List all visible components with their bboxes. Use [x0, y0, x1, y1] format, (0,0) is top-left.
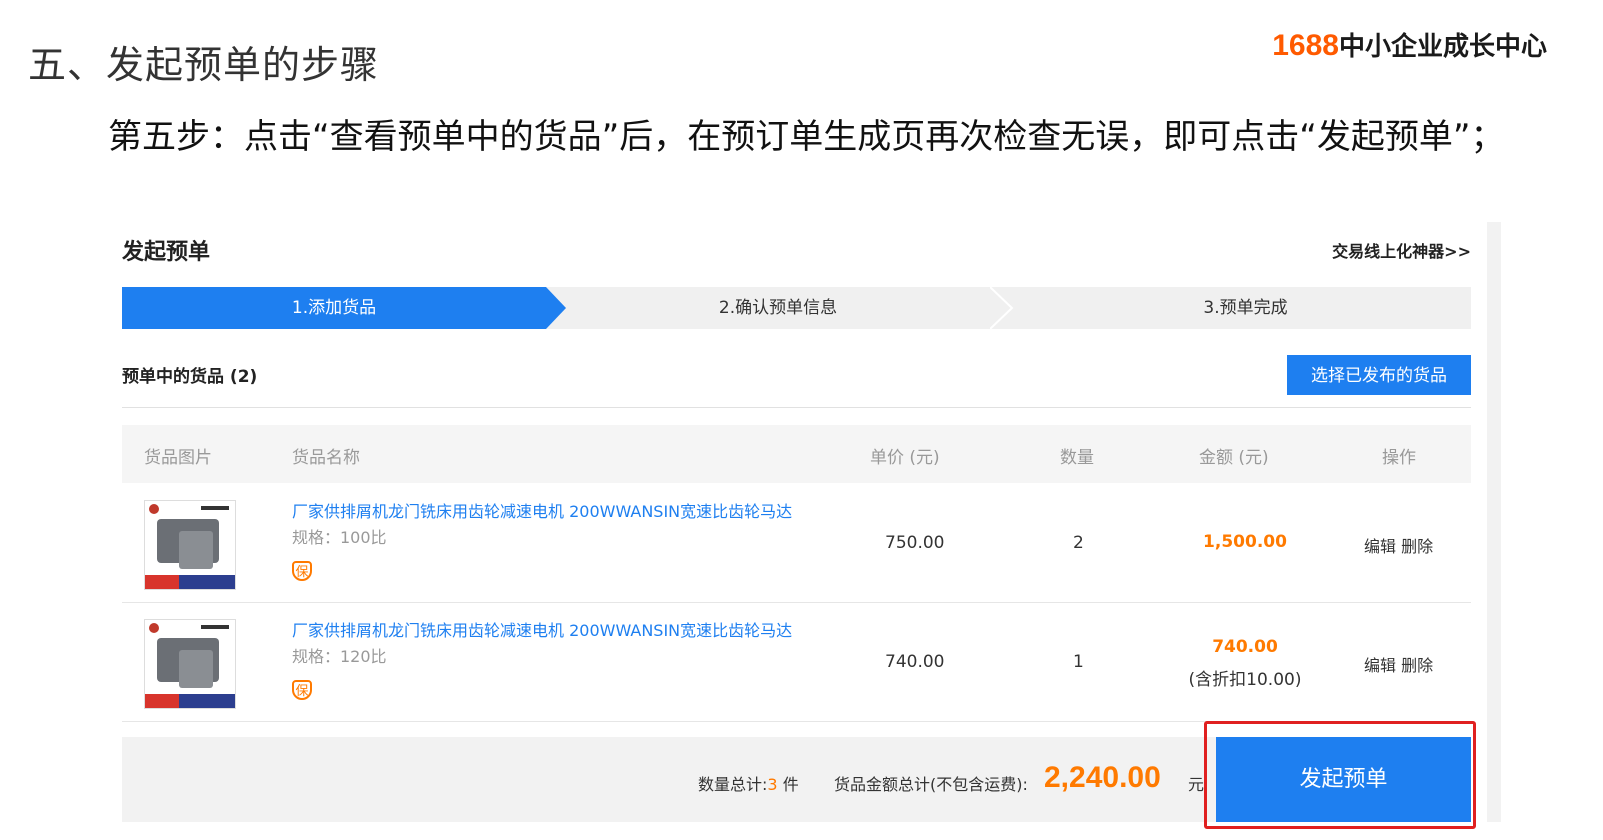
trade-online-link[interactable]: 交易线上化神器>> [1332, 238, 1471, 262]
qty-total-value: 3 [767, 775, 778, 794]
banner-red [145, 694, 179, 708]
brand-number: 1688 [1272, 29, 1339, 62]
col-image: 货品图片 [144, 448, 212, 468]
preorder-panel: 发起预单 交易线上化神器>> 1.添加货品 2.确认预单信息 3.预单完成 预单… [108, 222, 1501, 822]
product-spec: 规格：100比 [292, 528, 387, 547]
quantity: 1 [1073, 652, 1084, 672]
amount-total-label: 货品金额总计(不包含运费): [834, 775, 1028, 794]
logo-mark [149, 623, 159, 633]
guarantee-icon: 保 [292, 680, 312, 700]
amount: 740.00 [1212, 637, 1278, 657]
edit-button[interactable]: 编辑 [1364, 537, 1396, 556]
guarantee-icon: 保 [292, 561, 312, 581]
table-row: 厂家供排屑机龙门铣床用齿轮减速电机 200WWANSIN宽速比齿轮马达 规格：1… [122, 603, 1471, 722]
brand-text: 中小企业成长中心 [1338, 32, 1547, 62]
order-footer: 数量总计:3 件 货品金额总计(不包含运费): 2,240.00 元 发起预单 [122, 737, 1471, 822]
step-add-goods: 1.添加货品 [122, 287, 546, 329]
product-name-link[interactable]: 厂家供排屑机龙门铣床用齿轮减速电机 200WWANSIN宽速比齿轮马达 [292, 498, 792, 522]
product-spec: 规格：120比 [292, 647, 387, 666]
brand-logo: 1688中小企业成长中心 [1272, 26, 1547, 63]
submit-preorder-button[interactable]: 发起预单 [1216, 737, 1471, 822]
grand-total: 2,240.00 [1044, 761, 1161, 794]
amount: 1,500.00 [1203, 532, 1287, 552]
label-strip [201, 506, 229, 510]
delete-button[interactable]: 删除 [1401, 537, 1433, 556]
slide-title: 五、发起预单的步骤 [28, 43, 380, 87]
row-actions: 编辑 删除 [1364, 652, 1433, 676]
col-ops: 操作 [1382, 448, 1416, 468]
step-instruction: 第五步：点击“查看预单中的货品”后，在预订单生成页再次检查无误，即可点击“发起预… [108, 117, 1505, 157]
table-row: 厂家供排屑机龙门铣床用齿轮减速电机 200WWANSIN宽速比齿轮马达 规格：1… [122, 484, 1471, 603]
col-amount: 金额 (元) [1199, 448, 1269, 468]
step-arrow [546, 287, 566, 329]
unit-price: 740.00 [885, 652, 945, 672]
product-image[interactable] [144, 500, 236, 590]
qty-total-unit: 件 [782, 775, 799, 794]
col-price: 单价 (元) [870, 448, 940, 468]
product-name-link[interactable]: 厂家供排屑机龙门铣床用齿轮减速电机 200WWANSIN宽速比齿轮马达 [292, 617, 792, 641]
step-separator [990, 287, 1014, 329]
divider [122, 407, 1471, 408]
product-image[interactable] [144, 619, 236, 709]
section-label: 预单中的货品 (2) [122, 367, 258, 387]
unit-price: 750.00 [885, 533, 945, 553]
select-published-goods-button[interactable]: 选择已发布的货品 [1287, 355, 1471, 395]
banner-red [145, 575, 179, 589]
discount-note: (含折扣10.00) [1188, 670, 1302, 690]
table-header: 货品图片 货品名称 单价 (元) 数量 金额 (元) 操作 [122, 425, 1471, 483]
progress-steps: 1.添加货品 2.确认预单信息 3.预单完成 [122, 287, 1471, 329]
panel-title: 发起预单 [122, 240, 211, 265]
label-strip [201, 625, 229, 629]
quantity-total: 数量总计:3 件 [698, 771, 799, 795]
step-confirm-info: 2.确认预单信息 [718, 298, 838, 318]
logo-mark [149, 504, 159, 514]
step-complete: 3.预单完成 [1203, 298, 1288, 318]
row-actions: 编辑 删除 [1364, 533, 1433, 557]
quantity: 2 [1073, 533, 1084, 553]
col-qty: 数量 [1060, 448, 1094, 468]
col-name: 货品名称 [292, 448, 360, 468]
edit-button[interactable]: 编辑 [1364, 656, 1396, 675]
gearbox [179, 531, 213, 569]
gearbox [179, 650, 213, 688]
delete-button[interactable]: 删除 [1401, 656, 1433, 675]
qty-total-label: 数量总计: [698, 775, 768, 794]
currency-unit: 元 [1188, 775, 1205, 794]
